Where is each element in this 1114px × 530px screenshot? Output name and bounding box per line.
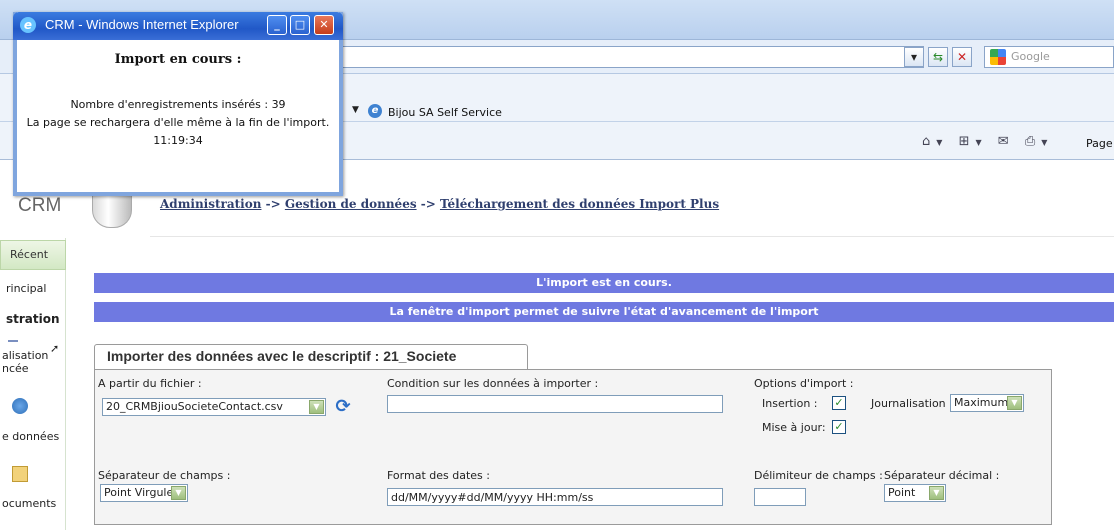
sidebar-item-gestion-donnees[interactable]: e données: [2, 430, 59, 443]
sidebar-item-principal[interactable]: rincipal: [6, 282, 46, 295]
home-icon[interactable]: ⌂: [922, 134, 936, 149]
records-count-text: Nombre d'enregistrements insérés : 39: [70, 98, 286, 111]
sidebar-item-documents[interactable]: ocuments: [2, 497, 56, 510]
command-bar-icons[interactable]: ⌂▼ ⊞▼ ✉ ⎙▼: [922, 134, 1053, 149]
condition-input[interactable]: [387, 395, 723, 413]
minimize-icon[interactable]: _: [267, 15, 287, 35]
chevron-down-icon[interactable]: ▼: [171, 486, 186, 500]
field-separator-select[interactable]: Point Virgule ▼: [100, 484, 188, 502]
file-select-value: 20_CRMBjiouSocieteContact.csv: [106, 400, 283, 413]
chevron-down-icon[interactable]: ▼: [929, 486, 944, 500]
address-dropdown-icon[interactable]: ▾: [904, 47, 924, 67]
maximize-icon[interactable]: □: [290, 15, 310, 35]
journal-select[interactable]: Maximum ▼: [950, 394, 1024, 412]
insertion-label: Insertion :: [762, 397, 818, 410]
file-select[interactable]: 20_CRMBjiouSocieteContact.csv ▼: [102, 398, 326, 416]
sidebar-item-administration[interactable]: stration: [6, 312, 60, 326]
update-checkbox[interactable]: ✓: [832, 420, 846, 434]
delimiter-input[interactable]: [754, 488, 806, 506]
popup-time: 11:19:34: [153, 134, 203, 147]
delimiter-label: Délimiteur de champs :: [754, 469, 883, 482]
stop-icon[interactable]: ✕: [952, 47, 972, 67]
breadcrumb-separator: ->: [261, 197, 285, 211]
reload-notice-text: La page se rechargera d'elle même à la f…: [26, 116, 330, 129]
feeds-dropdown-icon[interactable]: ▼: [975, 138, 987, 147]
breadcrumb-gestion-donnees[interactable]: Gestion de données: [285, 197, 417, 211]
app-name: CRM: [18, 195, 62, 216]
close-icon[interactable]: ✕: [314, 15, 334, 35]
decimal-separator-label: Séparateur décimal :: [884, 469, 1000, 482]
feeds-icon[interactable]: ⊞: [959, 134, 976, 149]
print-dropdown-icon[interactable]: ▼: [1041, 138, 1053, 147]
home-dropdown-icon[interactable]: ▼: [936, 138, 948, 147]
date-format-input[interactable]: dd/MM/yyyy#dd/MM/yyyy HH:mm/ss: [387, 488, 723, 506]
import-status-banner: L'import est en cours.: [94, 273, 1114, 293]
journal-select-value: Maximum: [954, 396, 1009, 409]
sidebar-divider: [8, 340, 18, 342]
popup-heading: Import en cours :: [114, 52, 242, 67]
cursor-arrow-icon: ➚: [50, 342, 60, 355]
decimal-separator-value: Point: [888, 486, 916, 499]
page-menu[interactable]: Page: [1086, 137, 1113, 150]
sidebar-item-recent[interactable]: Récent: [0, 240, 66, 270]
chevron-down-icon[interactable]: ▼: [1007, 396, 1022, 410]
import-info-banner: La fenêtre d'import permet de suivre l'é…: [94, 302, 1114, 322]
field-separator-value: Point Virgule: [104, 486, 174, 499]
breadcrumb-administration[interactable]: Administration: [160, 197, 261, 211]
refresh-page-icon[interactable]: ⇆: [928, 47, 948, 67]
ie-page-icon: e: [368, 104, 382, 118]
import-tab[interactable]: Importer des données avec le descriptif …: [94, 344, 528, 370]
database-icon: [12, 398, 28, 414]
address-bar[interactable]: [340, 46, 924, 68]
insertion-checkbox[interactable]: ✓: [832, 396, 846, 410]
ie-logo-icon: e: [20, 17, 36, 33]
options-label: Options d'import :: [754, 377, 854, 390]
print-icon[interactable]: ⎙: [1025, 134, 1041, 149]
refresh-icon[interactable]: ⟳: [333, 397, 353, 417]
chevron-down-icon[interactable]: ▼: [309, 400, 324, 414]
file-label: A partir du fichier :: [98, 377, 202, 390]
mail-icon[interactable]: ✉: [998, 134, 1015, 149]
decimal-separator-select[interactable]: Point ▼: [884, 484, 946, 502]
favorites-dropdown-icon[interactable]: ▼: [352, 105, 359, 115]
google-search-icon: [990, 49, 1006, 65]
breadcrumb: Administration -> Gestion de données -> …: [160, 197, 719, 211]
sidebar-item-personnalisation[interactable]: alisation: [2, 349, 48, 362]
update-label: Mise à jour:: [762, 421, 826, 434]
condition-label: Condition sur les données à importer :: [387, 377, 599, 390]
breadcrumb-telechargement[interactable]: Téléchargement des données Import Plus: [440, 197, 719, 211]
date-format-label: Format des dates :: [387, 469, 490, 482]
journal-label: Journalisation :: [871, 397, 953, 410]
favorite-link-bijou[interactable]: Bijou SA Self Service: [388, 106, 502, 119]
sidebar-item-avancee[interactable]: ncée: [2, 362, 29, 375]
documents-icon: [12, 466, 28, 482]
field-separator-label: Séparateur de champs :: [98, 469, 231, 482]
header-divider: [150, 236, 1114, 237]
breadcrumb-separator: ->: [416, 197, 440, 211]
